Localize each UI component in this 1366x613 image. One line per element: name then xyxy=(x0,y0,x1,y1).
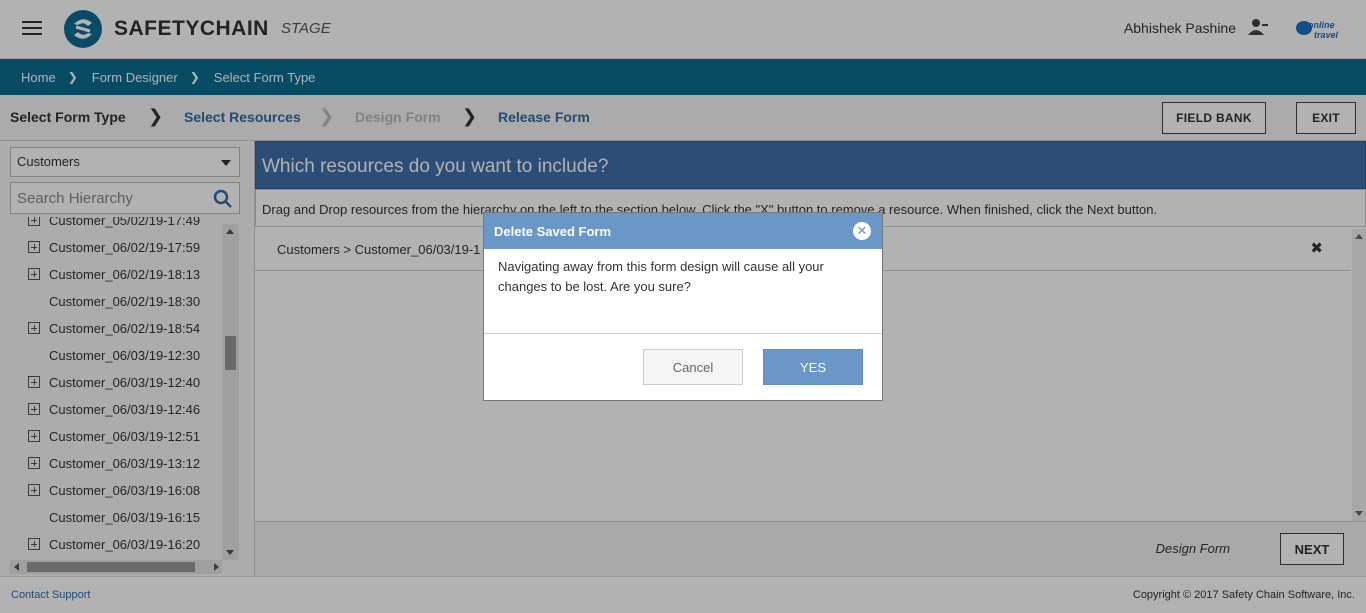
cancel-button[interactable]: Cancel xyxy=(643,349,743,385)
close-icon[interactable]: ✕ xyxy=(853,222,871,240)
dialog-title: Delete Saved Form xyxy=(494,224,612,239)
yes-button[interactable]: YES xyxy=(763,349,863,385)
dialog-header: Delete Saved Form xyxy=(484,213,882,249)
dialog-divider xyxy=(484,333,882,334)
delete-saved-form-dialog: Delete Saved Form ✕ Navigating away from… xyxy=(483,212,883,401)
dialog-message: Navigating away from this form design wi… xyxy=(498,259,824,294)
